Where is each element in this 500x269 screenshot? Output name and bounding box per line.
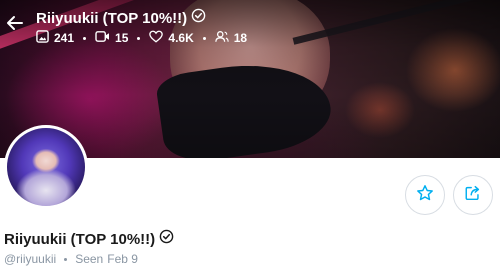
separator-dot — [202, 36, 206, 40]
stat-fans: 18 — [214, 30, 248, 46]
add-to-favorites-button[interactable] — [405, 175, 445, 215]
arrow-left-icon — [6, 14, 24, 37]
share-icon — [464, 184, 482, 207]
header-title: Riiyuukii (TOP 10%!!) — [36, 9, 188, 27]
profile-name-row: Riiyuukii (TOP 10%!!) — [4, 229, 174, 249]
share-button[interactable] — [453, 175, 493, 215]
stat-videos: 15 — [95, 30, 128, 46]
fans-count: 18 — [233, 31, 248, 45]
photos-count: 241 — [54, 31, 75, 45]
header-bar: Riiyuukii (TOP 10%!!) 241 15 4.6K 18 — [0, 0, 500, 52]
stat-likes: 4.6K — [149, 30, 194, 46]
last-seen-label: Seen — [75, 252, 104, 266]
last-seen-date: Feb 9 — [107, 252, 138, 266]
stat-photos: 241 — [36, 30, 74, 46]
profile-name: Riiyuukii (TOP 10%!!) — [4, 230, 156, 248]
separator-dot — [137, 36, 141, 40]
profile-stats: 241 15 4.6K 18 — [36, 30, 247, 46]
header-title-row: Riiyuukii (TOP 10%!!) — [36, 8, 206, 28]
image-icon — [36, 30, 49, 46]
profile-meta: @riiyuukii Seen Feb 9 — [4, 252, 138, 266]
videos-count: 15 — [115, 31, 129, 45]
star-icon — [416, 184, 434, 207]
verified-badge-icon — [191, 8, 206, 28]
video-icon — [95, 30, 110, 46]
users-icon — [214, 30, 229, 46]
heart-icon — [149, 30, 164, 46]
back-button[interactable] — [4, 14, 26, 36]
avatar[interactable] — [4, 125, 88, 209]
separator-dot — [64, 257, 68, 261]
separator-dot — [83, 36, 87, 40]
verified-badge-icon — [159, 229, 174, 249]
profile-handle[interactable]: @riiyuukii — [4, 252, 56, 266]
likes-count: 4.6K — [168, 31, 194, 45]
